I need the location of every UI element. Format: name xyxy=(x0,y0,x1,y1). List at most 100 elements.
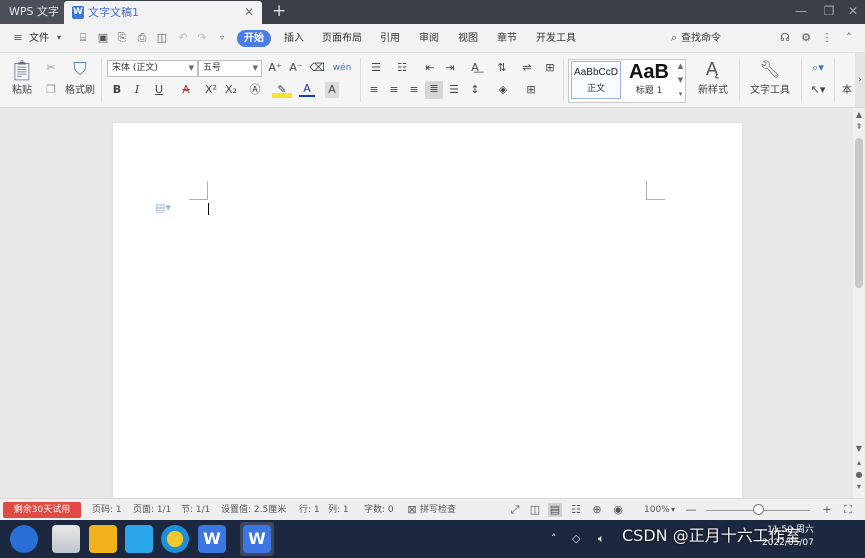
tab-chapter[interactable]: 章节 xyxy=(497,24,517,53)
align-right-icon[interactable]: ≡ xyxy=(407,82,421,98)
multitask-view-icon[interactable] xyxy=(52,525,80,553)
eye-protection-icon[interactable]: ◉ xyxy=(611,503,625,517)
app-store-icon[interactable] xyxy=(125,525,153,553)
save-icon[interactable]: ▣ xyxy=(96,31,110,45)
style-normal[interactable]: AaBbCcD 正文 xyxy=(571,61,621,99)
line-spacing-icon[interactable]: ↕ xyxy=(466,82,484,98)
previous-page-icon[interactable]: ▴ xyxy=(853,458,865,467)
style-heading-1[interactable]: AaB 标题 1 xyxy=(623,61,675,99)
system-clock[interactable]: 11:50 周六 2022/05/07 xyxy=(762,524,814,550)
file-menu[interactable]: 文件 xyxy=(29,24,49,53)
borders-icon[interactable]: ⊞ xyxy=(522,82,540,98)
page-count[interactable]: 页面: 1/1 xyxy=(133,499,171,521)
next-page-icon[interactable]: ▾ xyxy=(853,482,865,491)
app-name-tab[interactable]: WPS 文字 xyxy=(0,0,64,24)
page-number[interactable]: 页码: 1 xyxy=(92,499,122,521)
word-count[interactable]: 字数: 0 xyxy=(364,499,394,521)
shading-icon[interactable]: ◈ xyxy=(494,82,512,98)
search-command[interactable]: 查找命令 xyxy=(681,24,721,53)
show-hide-marks-icon[interactable]: ⇌ xyxy=(517,60,537,76)
sort-icon[interactable]: ⇅ xyxy=(494,60,510,76)
paste-icon[interactable]: 📋︎ xyxy=(9,59,35,81)
undo-icon[interactable]: ↶ xyxy=(176,31,190,45)
underline-icon[interactable]: U xyxy=(150,82,168,98)
character-shading-icon[interactable]: A xyxy=(325,82,339,98)
font-name-select[interactable]: 宋体 (正文) ▼ xyxy=(107,60,198,77)
redo-icon[interactable]: ↷ xyxy=(195,31,209,45)
row-indicator[interactable]: 行: 1 xyxy=(299,499,320,521)
phonetic-guide-icon[interactable]: wén xyxy=(331,60,353,76)
search-icon[interactable]: ⌕ xyxy=(667,31,681,45)
chevron-up-icon[interactable]: ˄ xyxy=(842,31,856,45)
deepin-launcher-icon[interactable] xyxy=(10,525,38,553)
document-tab[interactable]: W 文字文稿1 ✕ xyxy=(64,1,262,24)
volume-icon[interactable]: 🔈︎ xyxy=(598,520,605,558)
reading-mode-icon[interactable]: ◫ xyxy=(528,503,542,517)
section-indicator[interactable]: 节: 1/1 xyxy=(181,499,210,521)
subscript-icon[interactable]: X₂ xyxy=(223,82,239,98)
minimize-button[interactable]: — xyxy=(788,0,814,22)
new-style-button[interactable]: 新样式 xyxy=(690,83,736,99)
tab-developer[interactable]: 开发工具 xyxy=(536,24,576,53)
print-icon[interactable]: ⎙ xyxy=(135,31,149,45)
notification-icon[interactable]: ◇ xyxy=(572,520,580,558)
hamburger-icon[interactable]: ≡ xyxy=(11,31,25,45)
vertical-scrollbar[interactable]: ▲ ⇞ ▼ ▴ ● ▾ xyxy=(853,108,865,498)
web-view-icon[interactable]: ⊕ xyxy=(590,503,604,517)
ribbon-scroll-right[interactable]: › xyxy=(855,53,865,107)
chinese-layout-icon[interactable]: A͟ xyxy=(465,60,485,76)
cut-icon[interactable]: ✂ xyxy=(44,60,58,76)
text-effect-icon[interactable]: Ⓐ xyxy=(246,82,264,98)
print-preview-icon[interactable]: ◫ xyxy=(155,31,169,45)
page-view-icon[interactable]: ▤ xyxy=(548,503,562,517)
new-tab-button[interactable]: + xyxy=(272,0,286,22)
styles-scroll-buttons[interactable]: ▲ ▼ ▾ xyxy=(676,59,685,101)
zoom-slider-knob[interactable] xyxy=(753,504,764,515)
tab-home[interactable]: 开始 xyxy=(237,30,271,47)
bullet-list-icon[interactable]: ☰ xyxy=(367,60,385,76)
close-tab-icon[interactable]: ✕ xyxy=(244,1,254,24)
customize-toolbar-icon[interactable]: ▿ xyxy=(215,31,229,45)
outline-view-icon[interactable]: ☷ xyxy=(569,503,583,517)
new-style-icon[interactable]: Ą xyxy=(700,59,724,81)
format-painter-button[interactable]: 格式刷 xyxy=(63,83,97,99)
tab-review[interactable]: 审阅 xyxy=(419,24,439,53)
chevron-down-icon[interactable]: ▾ xyxy=(671,499,675,521)
italic-icon[interactable]: I xyxy=(130,82,144,98)
fit-page-icon[interactable]: ⛶ xyxy=(841,503,855,517)
align-left-icon[interactable]: ≡ xyxy=(367,82,381,98)
strikethrough-icon[interactable]: A xyxy=(177,82,195,98)
paste-button[interactable]: 粘贴 xyxy=(6,83,38,99)
scroll-down-icon[interactable]: ▼ xyxy=(853,444,865,453)
chevron-down-icon[interactable]: ▾ xyxy=(52,31,66,45)
export-icon[interactable]: ⎘ xyxy=(115,31,129,45)
tab-view[interactable]: 视图 xyxy=(458,24,478,53)
increase-indent-icon[interactable]: ⇥ xyxy=(442,60,458,76)
gear-icon[interactable]: ⚙ xyxy=(799,31,813,45)
decrease-indent-icon[interactable]: ⇤ xyxy=(422,60,438,76)
select-icon[interactable]: ↖▾ xyxy=(807,82,829,98)
close-window-button[interactable]: ✕ xyxy=(840,0,865,22)
scrollbar-thumb[interactable] xyxy=(855,138,863,288)
font-size-select[interactable]: 五号 ▼ xyxy=(198,60,262,77)
document-area[interactable]: ▤▾ xyxy=(0,108,853,498)
grow-font-icon[interactable]: A⁺ xyxy=(267,60,283,76)
document-page[interactable]: ▤▾ xyxy=(113,123,742,498)
more-vertical-icon[interactable]: ⋮ xyxy=(820,31,834,45)
format-painter-icon[interactable]: ⛉ xyxy=(68,59,92,81)
find-icon[interactable]: ⌕▾ xyxy=(807,60,829,76)
spell-check-icon[interactable]: ⊠ xyxy=(405,503,419,517)
ribbon-overflow-label[interactable]: 本 xyxy=(840,83,854,99)
browse-object-icon[interactable]: ● xyxy=(853,470,865,479)
wps-running-icon[interactable]: W xyxy=(243,525,271,553)
fullscreen-icon[interactable]: ⤢ xyxy=(508,503,522,517)
zoom-out-icon[interactable]: — xyxy=(684,503,698,517)
bold-icon[interactable]: B xyxy=(110,82,124,98)
browser-icon[interactable] xyxy=(161,525,189,553)
table-icon[interactable]: ⊞ xyxy=(542,60,558,76)
restore-button[interactable]: ❐ xyxy=(816,0,842,22)
spell-check-button[interactable]: 拼写检查 xyxy=(420,499,456,521)
tab-page-layout[interactable]: 页面布局 xyxy=(322,24,362,53)
font-color-icon[interactable]: A xyxy=(299,82,315,97)
open-folder-icon[interactable]: ⌸ xyxy=(76,31,90,45)
